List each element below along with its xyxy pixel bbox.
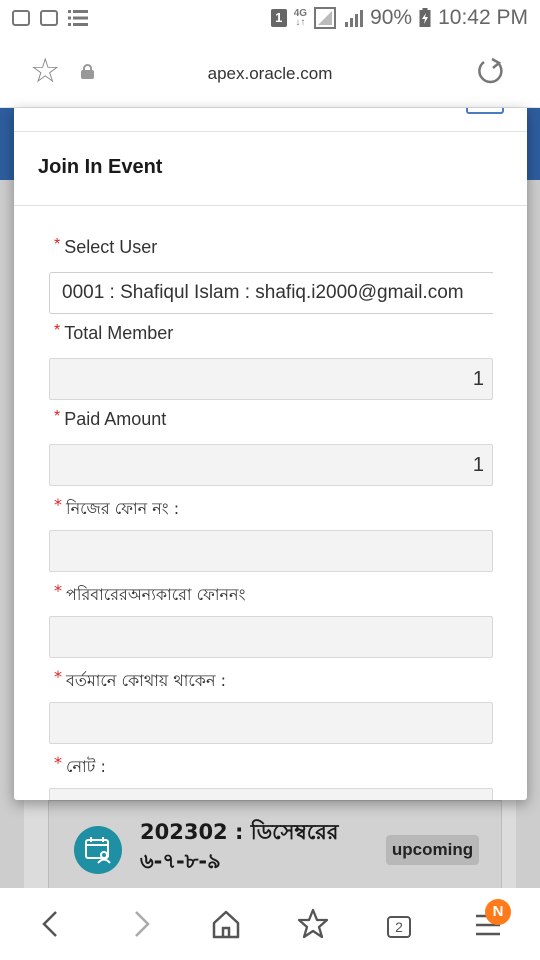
required-mark: * bbox=[54, 667, 62, 686]
tab-count: 2 bbox=[387, 916, 411, 938]
join-event-dialog: Join In Event * Select User 0001 : Shafiq… bbox=[14, 108, 527, 800]
address-bar[interactable]: apex.oracle.com bbox=[0, 64, 540, 84]
note-input[interactable] bbox=[49, 788, 493, 800]
dialog-top-button[interactable] bbox=[466, 108, 504, 114]
label-text: পরিবারেরঅন্যকারো ফোননং bbox=[66, 585, 246, 604]
required-mark: * bbox=[54, 581, 62, 600]
label-text: বর্তমানে কোথায় থাকেন : bbox=[66, 671, 226, 690]
total-member-input[interactable]: 1 bbox=[49, 358, 493, 400]
paid-amount-label: * Paid Amount bbox=[54, 408, 167, 430]
signal-bars-icon bbox=[345, 10, 364, 27]
label-text: নিজের ফোন নং : bbox=[66, 499, 180, 518]
screenshot-icon bbox=[12, 10, 30, 26]
select-user-label: * Select User bbox=[54, 236, 158, 258]
list-icon bbox=[68, 10, 88, 26]
dialog-title: Join In Event bbox=[38, 156, 163, 178]
bookmarks-star-icon[interactable] bbox=[293, 906, 333, 942]
battery-percent: 90% bbox=[370, 6, 413, 29]
label-text: Paid Amount bbox=[64, 409, 167, 429]
signal-icon bbox=[314, 7, 337, 29]
network-arrows: ↓↑ bbox=[295, 17, 306, 28]
required-mark: * bbox=[54, 408, 61, 425]
own-phone-input[interactable] bbox=[49, 530, 493, 572]
calendar-user-icon bbox=[74, 826, 122, 874]
required-mark: * bbox=[54, 322, 61, 339]
label-text: নোট : bbox=[66, 757, 106, 776]
back-icon[interactable] bbox=[32, 906, 72, 942]
total-member-label: * Total Member bbox=[54, 322, 174, 344]
required-mark: * bbox=[54, 495, 62, 514]
paid-amount-input[interactable]: 1 bbox=[49, 444, 493, 486]
note-label: * নোট : bbox=[54, 753, 106, 781]
clock: 10:42 PM bbox=[438, 6, 528, 29]
current-location-input[interactable] bbox=[49, 702, 493, 744]
family-phone-label: * পরিবারেরঅন্যকারো ফোননং bbox=[54, 581, 246, 609]
status-bar: 1 4G ↓↑ 90% 10:42 PM bbox=[0, 0, 540, 36]
event-title: 202302 : ডিসেম্বরের ৬-৭-৮-৯ bbox=[140, 820, 339, 873]
family-phone-input[interactable] bbox=[49, 616, 493, 658]
tabs-button[interactable]: 2 bbox=[378, 906, 418, 942]
select-user-field[interactable]: 0001 : Shafiqul Islam : shafiq.i2000@gma… bbox=[49, 272, 493, 314]
required-mark: * bbox=[54, 753, 62, 772]
current-location-label: * বর্তমানে কোথায় থাকেন : bbox=[54, 667, 226, 695]
home-icon[interactable] bbox=[206, 906, 246, 942]
browser-bottom-nav: 2 bbox=[0, 888, 540, 960]
gallery-icon bbox=[40, 10, 58, 26]
battery-charging-icon bbox=[419, 8, 431, 27]
dialog-body: * Select User 0001 : Shafiqul Islam : sha… bbox=[14, 207, 527, 800]
browser-toolbar: ☆ apex.oracle.com bbox=[0, 36, 540, 108]
network-type: 4G ↓↑ bbox=[294, 9, 307, 28]
label-text: Total Member bbox=[64, 323, 174, 343]
own-phone-label: * নিজের ফোন নং : bbox=[54, 495, 180, 523]
dialog-top-strip bbox=[14, 108, 527, 132]
required-mark: * bbox=[54, 236, 61, 253]
sim-badge: 1 bbox=[270, 9, 287, 27]
dialog-header: Join In Event bbox=[14, 132, 527, 206]
label-text: Select User bbox=[64, 237, 158, 257]
notification-badge: N bbox=[485, 899, 511, 925]
status-badge: upcoming bbox=[386, 835, 479, 865]
reload-icon[interactable] bbox=[476, 57, 506, 87]
forward-icon[interactable] bbox=[120, 906, 160, 942]
